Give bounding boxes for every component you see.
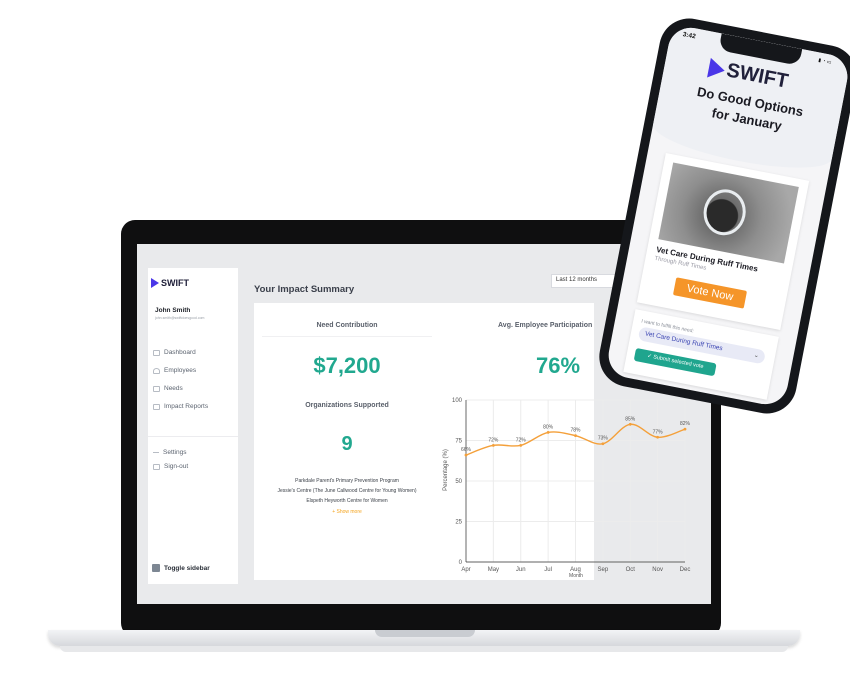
chart-point — [546, 431, 550, 434]
show-more-link[interactable]: + Show more — [254, 509, 440, 515]
chart-point — [464, 453, 468, 457]
sidebar-logo[interactable]: SWIFT — [151, 278, 189, 288]
need-contribution-label: Need Contribution — [316, 322, 378, 329]
chart-value-label: 80% — [543, 424, 554, 430]
chart-value-label: 82% — [680, 421, 691, 427]
divider — [262, 336, 432, 337]
sidebar-divider — [148, 436, 238, 437]
chart-xtick-label: Nov — [652, 567, 663, 573]
user-email: john.smith@swiftdoesgood.com — [155, 316, 205, 320]
chart-xtick-label: Jul — [544, 567, 552, 573]
participation-chart: Percentage (%) Month 0 25 50 75 100 Apr May Jun… — [443, 398, 691, 579]
chart-value-label: 78% — [570, 428, 581, 434]
vote-now-button[interactable]: Vote Now — [672, 277, 748, 309]
sidebar-item-employees[interactable]: Employees — [153, 367, 196, 374]
sidebar-item-sign-out[interactable]: Sign-out — [153, 463, 188, 470]
chart-value-label: 73% — [598, 436, 609, 442]
phone-screen: 3:42 ▮ ◔ ▭ SWIFT Do Good Options for Jan… — [604, 23, 850, 409]
chart-ytick-label: 100 — [452, 398, 463, 404]
sidebar-item-dashboard[interactable]: Dashboard — [153, 349, 196, 356]
toggle-sidebar-button[interactable]: Toggle sidebar — [152, 564, 210, 572]
chart-value-label: 66% — [461, 447, 472, 453]
page-title: Your Impact Summary — [254, 284, 355, 295]
chart-ytick-label: 50 — [455, 479, 462, 485]
chart-value-label: 72% — [488, 437, 499, 443]
sidebar-item-settings[interactable]: Settings — [153, 449, 187, 456]
toggle-icon — [152, 564, 160, 572]
chart-xtick-label: Aug — [570, 567, 581, 573]
orgs-supported-value: 9 — [341, 433, 353, 455]
orgs-supported-label: Organizations Supported — [305, 402, 389, 409]
chart-ylabel: Percentage (%) — [443, 449, 449, 491]
option-card[interactable]: Vet Care During Ruff Times Through Ruff … — [636, 152, 810, 331]
sidebar-item-impact-reports[interactable]: Impact Reports — [153, 403, 208, 410]
participation-value: 76% — [536, 353, 581, 378]
org-item[interactable]: Parkdale Parent's Primary Prevention Pro… — [254, 478, 440, 484]
report-icon — [153, 403, 160, 410]
chart-value-label: 85% — [625, 416, 636, 422]
user-icon — [153, 367, 160, 374]
laptop-notch — [375, 630, 475, 637]
chart-xtick-label: Oct — [626, 567, 636, 573]
chart-xtick-label: May — [488, 567, 499, 573]
chart-xtick-label: Sep — [598, 567, 609, 573]
chart-ytick-label: 25 — [455, 520, 462, 526]
chart-ytick-label: 75 — [455, 439, 462, 445]
chart-value-label: 72% — [516, 437, 527, 443]
list-icon — [153, 385, 160, 392]
chart-xlabel: Month — [569, 573, 583, 579]
chart-point — [683, 427, 687, 431]
org-item[interactable]: Elspeth Heyworth Centre for Women — [254, 498, 440, 504]
period-select[interactable]: Last 12 months — [551, 274, 621, 288]
chart-point — [656, 435, 660, 439]
gear-icon — [153, 452, 159, 453]
grid-icon — [153, 349, 160, 356]
sidebar-item-needs[interactable]: Needs — [153, 385, 183, 392]
chevron-down-icon: ⌄ — [753, 352, 760, 360]
chart-point — [601, 442, 605, 446]
user-name: John Smith — [155, 307, 191, 314]
laptop-shadow — [60, 646, 788, 652]
chart-xtick-label: Dec — [680, 567, 691, 573]
chart-ytick-label: 0 — [459, 560, 463, 566]
chart-xtick-label: Jun — [516, 567, 526, 573]
chart-point — [491, 443, 495, 447]
chart-point — [519, 443, 523, 447]
chart-xtick-label: Apr — [461, 567, 470, 573]
chart-value-label: 77% — [653, 429, 664, 435]
need-contribution-value: $7,200 — [313, 353, 381, 378]
chart-point — [574, 434, 577, 438]
swift-logo-icon — [707, 57, 727, 81]
sign-out-icon — [153, 463, 160, 470]
swift-logo-icon — [151, 278, 159, 288]
chart-point — [628, 422, 632, 426]
phone: 3:42 ▮ ◔ ▭ SWIFT Do Good Options for Jan… — [594, 13, 850, 419]
org-item[interactable]: Jessie's Centre (The June Callwood Centr… — [254, 488, 440, 494]
